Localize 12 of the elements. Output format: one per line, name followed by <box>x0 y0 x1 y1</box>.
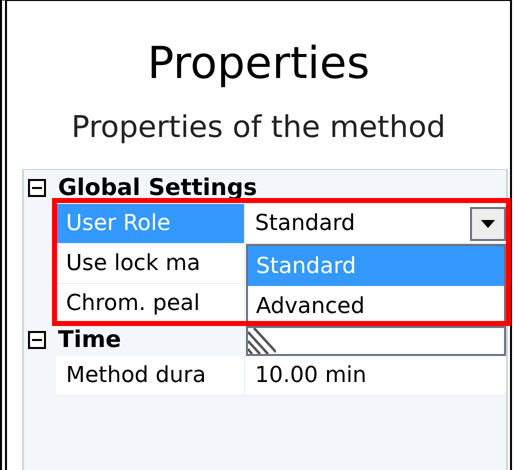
group-heading: Time <box>58 326 122 355</box>
property-label[interactable]: Chrom. peal <box>56 284 244 323</box>
panel-title: Properties <box>147 37 370 91</box>
hatch-icon <box>248 328 276 354</box>
property-label[interactable]: Method dura <box>56 356 244 395</box>
property-label[interactable]: Use lock ma <box>56 244 244 283</box>
group-heading: Global Settings <box>58 174 258 203</box>
collapse-icon[interactable] <box>28 179 46 197</box>
collapse-icon[interactable] <box>28 331 46 349</box>
caret-icon <box>481 220 495 228</box>
panel-subtitle: Properties of the method <box>71 109 446 147</box>
dropdown-button[interactable] <box>470 206 506 240</box>
